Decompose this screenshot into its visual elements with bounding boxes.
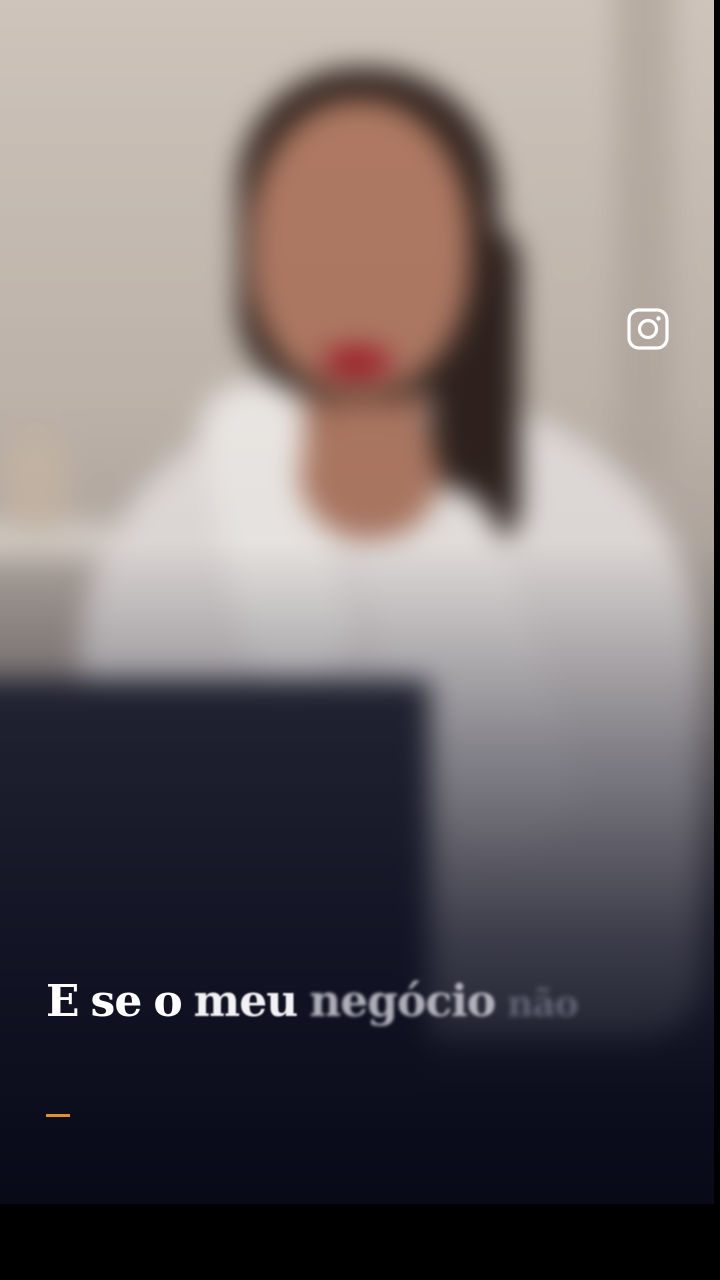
- bottom-black-bar: [0, 1204, 720, 1280]
- caption-word: E: [46, 976, 80, 1027]
- caption-word: se: [90, 976, 143, 1027]
- right-edge: [714, 0, 720, 1204]
- story-screen: Ese o meu negócio não: [0, 0, 720, 1280]
- background-video[interactable]: Ese o meu negócio não: [0, 0, 714, 1204]
- story-caption: Ese o meu negócio não: [46, 976, 686, 1027]
- caption-word: não: [507, 983, 579, 1025]
- instagram-icon[interactable]: [626, 307, 670, 351]
- caption-word: meu: [193, 976, 299, 1027]
- accent-dash: [46, 1114, 70, 1117]
- caption-word: negócio: [309, 976, 496, 1027]
- caption-word: o: [153, 976, 182, 1027]
- instagram-glyph: [627, 308, 669, 350]
